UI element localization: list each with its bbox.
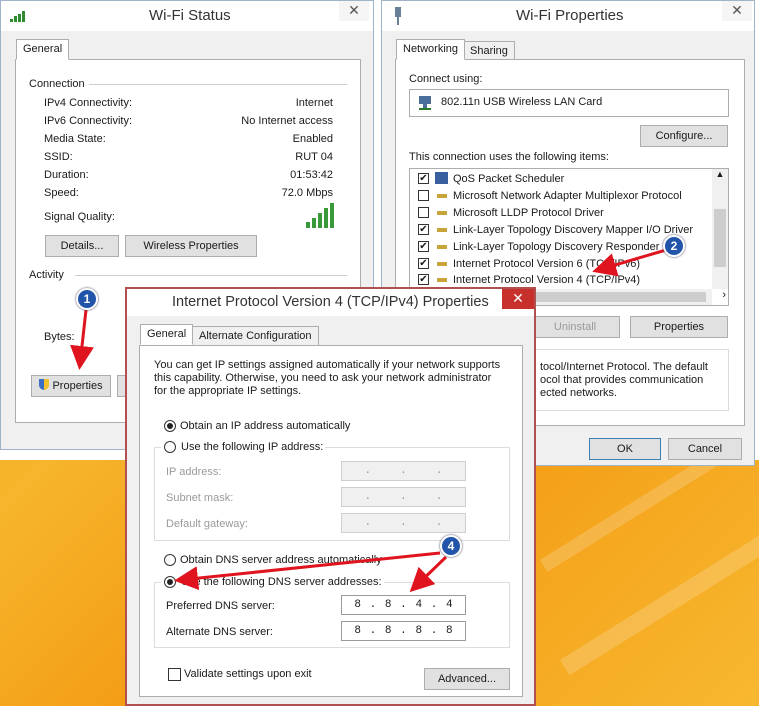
annotation-arrows — [70, 248, 667, 593]
annotation-badge-4: 4 — [440, 535, 462, 557]
tab-general[interactable]: General — [16, 39, 70, 60]
annotation-badge-2: 2 — [663, 235, 685, 257]
arrow-4b — [409, 555, 448, 593]
tab-general[interactable]: General — [140, 324, 194, 345]
arrow-1 — [70, 309, 94, 370]
tab-networking[interactable]: Networking — [396, 39, 466, 60]
arrow-4a — [174, 551, 441, 591]
annotation-badge-1: 1 — [76, 288, 98, 310]
arrow-2 — [592, 248, 667, 277]
